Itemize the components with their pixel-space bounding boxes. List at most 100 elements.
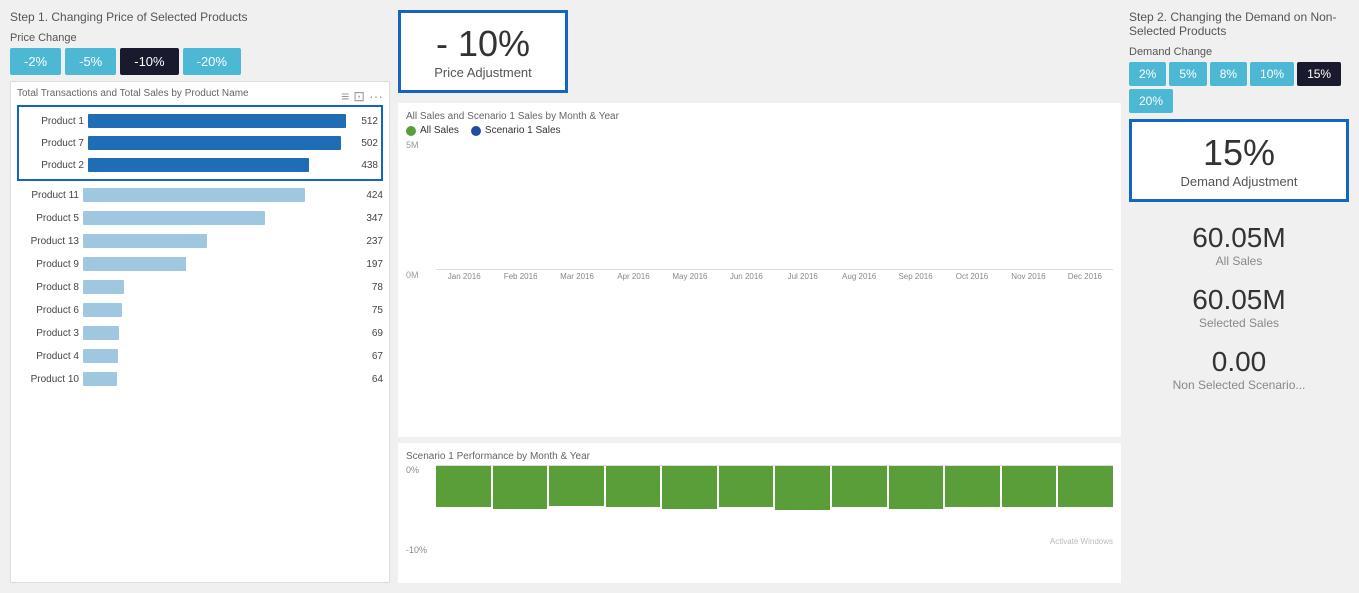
demand-btn-10%[interactable]: 10% [1250, 62, 1294, 86]
product-value: 69 [355, 328, 383, 339]
product-bar [83, 211, 265, 225]
product-value: 438 [350, 160, 378, 171]
demand-change-label: Demand Change [1129, 46, 1349, 58]
product-bar-wrap [83, 188, 351, 202]
scenario-bar [719, 466, 774, 507]
product-bar [83, 257, 186, 271]
product-value: 502 [350, 138, 378, 149]
scenario-chart-section: Scenario 1 Performance by Month & Year 0… [398, 443, 1121, 583]
product-row: Product 1512 [22, 110, 378, 132]
price-btn--10%[interactable]: -10% [120, 48, 178, 75]
product-name: Product 8 [17, 282, 79, 293]
product-row: Product 8 78 [17, 276, 383, 298]
demand-btn-20%[interactable]: 20% [1129, 89, 1173, 113]
left-panel: Step 1. Changing Price of Selected Produ… [10, 10, 390, 583]
step1-title: Step 1. Changing Price of Selected Produ… [10, 10, 390, 24]
product-name: Product 7 [22, 138, 84, 149]
pct-10: -10% [406, 545, 427, 555]
y-label-0m: 0M [406, 270, 419, 280]
product-bar-wrap [83, 303, 351, 317]
all-sales-label: All Sales [420, 125, 459, 136]
demand-btn-15%[interactable]: 15% [1297, 62, 1341, 86]
demand-btn-2%[interactable]: 2% [1129, 62, 1166, 86]
all-sales-dot [406, 126, 416, 136]
product-bar-wrap [83, 234, 351, 248]
legend-scenario1-sales: Scenario 1 Sales [471, 125, 561, 136]
x-label: May 2016 [662, 272, 718, 281]
product-name: Product 5 [17, 213, 79, 224]
scenario-bar [889, 466, 944, 509]
scenario-bars [436, 465, 1113, 535]
price-adj-box: - 10% Price Adjustment [398, 10, 568, 93]
product-bar-wrap [83, 211, 351, 225]
product-name: Product 2 [22, 160, 84, 171]
dual-bar-chart: 5M 0M Jan 2016Feb 2016Mar 2016Apr 2016Ma… [406, 140, 1113, 300]
demand-adj-box: 15% Demand Adjustment [1129, 119, 1349, 202]
product-name: Product 13 [17, 236, 79, 247]
product-value: 64 [355, 374, 383, 385]
scenario-bar [775, 466, 830, 510]
x-label: Jan 2016 [436, 272, 492, 281]
price-btn--5%[interactable]: -5% [65, 48, 116, 75]
product-bar-wrap [83, 257, 351, 271]
legend-all-sales: All Sales [406, 125, 459, 136]
product-bar [83, 372, 117, 386]
scenario1-sales-label: Scenario 1 Sales [485, 125, 561, 136]
price-buttons: -2%-5%-10%-20% [10, 48, 390, 75]
price-adj-value: - 10% [436, 23, 530, 65]
selected-sales-metric-label: Selected Sales [1199, 316, 1279, 330]
all-sales-chart-section: All Sales and Scenario 1 Sales by Month … [398, 103, 1121, 437]
product-value: 78 [355, 282, 383, 293]
all-sales-metric: 60.05M All Sales [1129, 222, 1349, 268]
product-bar [83, 234, 207, 248]
product-value: 237 [355, 236, 383, 247]
price-change-label: Price Change [10, 32, 390, 44]
demand-btn-5%[interactable]: 5% [1169, 62, 1206, 86]
selected-sales-metric: 60.05M Selected Sales [1129, 284, 1349, 330]
product-row: Product 675 [17, 299, 383, 321]
x-label: Oct 2016 [944, 272, 1000, 281]
product-bar [88, 114, 346, 128]
product-list: Product 1512Product 7502Product 2438Prod… [17, 105, 383, 390]
non-selected-value: 0.00 [1212, 346, 1267, 378]
step2-title: Step 2. Changing the Demand on Non-Selec… [1129, 10, 1349, 38]
chart-legend: All Sales Scenario 1 Sales [406, 125, 1113, 136]
non-selected-label: Non Selected Scenario... [1173, 378, 1306, 392]
product-row: Product 2 438 [22, 154, 378, 176]
scenario-bar [493, 466, 548, 509]
product-bar [83, 280, 124, 294]
x-label: Jun 2016 [718, 272, 774, 281]
product-bar-wrap [88, 158, 346, 172]
price-btn--2%[interactable]: -2% [10, 48, 61, 75]
product-bar [83, 303, 122, 317]
bar-chart-panel: ≡ ⊡ ··· Total Transactions and Total Sal… [10, 81, 390, 583]
x-label: Sep 2016 [887, 272, 943, 281]
product-name: Product 11 [17, 190, 79, 201]
right-panel: Step 2. Changing the Demand on Non-Selec… [1129, 10, 1349, 583]
product-name: Product 6 [17, 305, 79, 316]
scenario-chart-title: Scenario 1 Performance by Month & Year [406, 451, 1113, 462]
product-bar-wrap [88, 136, 346, 150]
scenario-bar [436, 466, 491, 507]
demand-buttons: 2%5%8%10%15% 20% [1129, 62, 1349, 113]
all-sales-chart-title: All Sales and Scenario 1 Sales by Month … [406, 111, 1113, 122]
more-icon[interactable]: ··· [369, 88, 383, 105]
product-row: Product 5347 [17, 207, 383, 229]
selected-sales-value: 60.05M [1192, 284, 1285, 316]
price-adj-label: Price Adjustment [434, 65, 532, 80]
product-value: 512 [350, 116, 378, 127]
product-row: Product 369 [17, 322, 383, 344]
demand-btn-8%[interactable]: 8% [1210, 62, 1247, 86]
scenario-bar [945, 466, 1000, 507]
x-labels: Jan 2016Feb 2016Mar 2016Apr 2016May 2016… [436, 272, 1113, 281]
expand-icon[interactable]: ⊡ [353, 88, 365, 105]
scenario-chart-area: 0% -10% Activate Windows [406, 465, 1113, 555]
scenario-bar [1058, 466, 1113, 507]
menu-icon[interactable]: ≡ [341, 88, 349, 105]
product-bar-wrap [83, 372, 351, 386]
product-name: Product 9 [17, 259, 79, 270]
product-bar [88, 136, 341, 150]
price-btn--20%[interactable]: -20% [183, 48, 241, 75]
product-row: Product 11424 [17, 184, 383, 206]
product-name: Product 4 [17, 351, 79, 362]
